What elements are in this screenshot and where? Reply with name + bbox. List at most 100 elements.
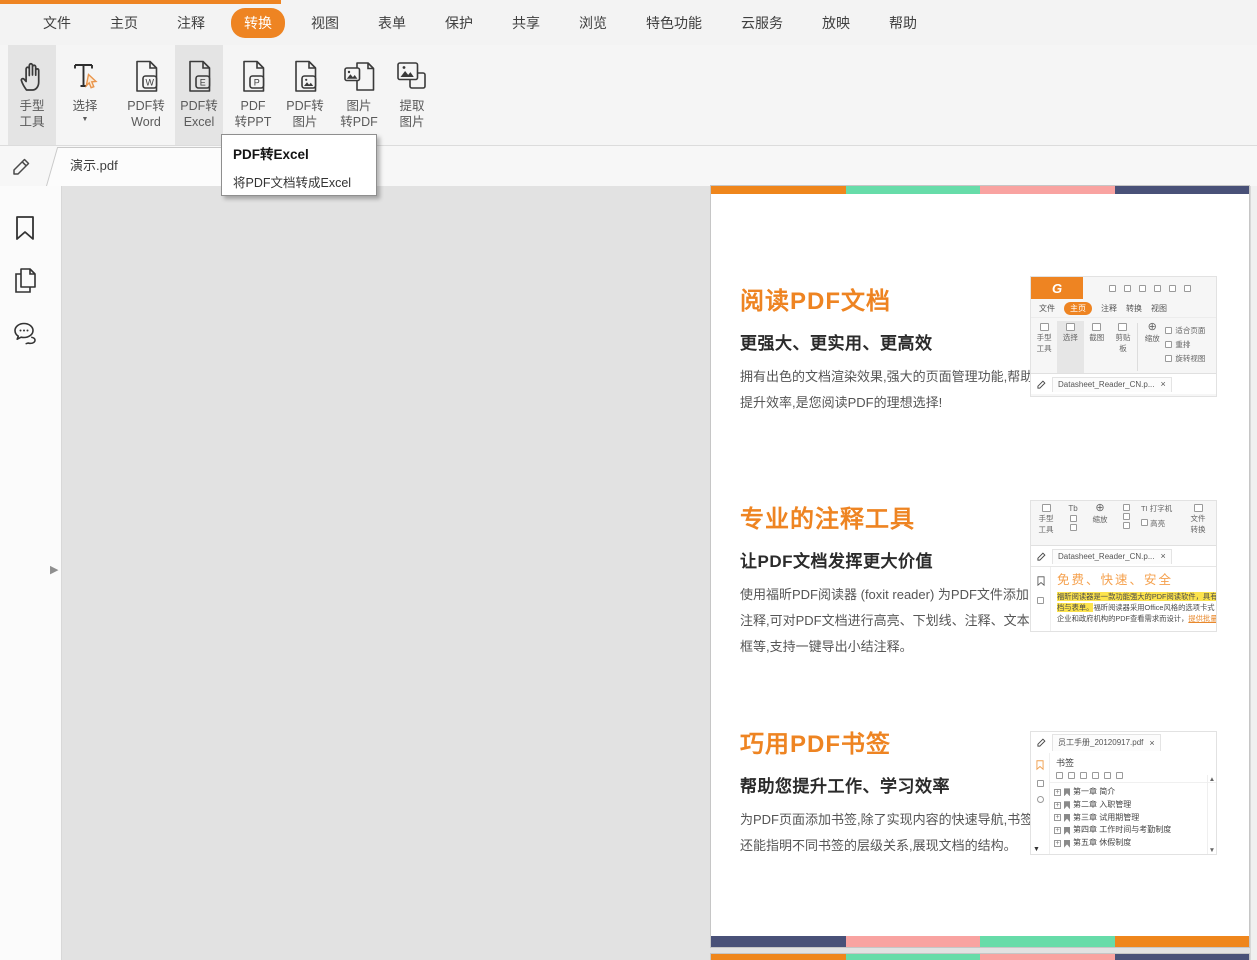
mini-left-rail xyxy=(1031,567,1051,632)
menu-tab-browse[interactable]: 浏览 xyxy=(579,13,607,33)
file-tab[interactable]: 演示.pdf xyxy=(46,147,222,186)
mini-hand-icon xyxy=(1042,504,1051,512)
mini-fit-icon xyxy=(1165,327,1172,334)
mini-quick-icons xyxy=(1083,285,1216,292)
extract-image-button[interactable]: 提取 图片 xyxy=(388,45,436,145)
mini-doc-heading: 免费、快速、安全 xyxy=(1057,569,1212,588)
select-tool-button[interactable]: 选择 ▼ xyxy=(61,45,109,145)
toolbar: 手型 工具 选择 ▼ W PDF转 Word E PDF转 Excel P PD… xyxy=(0,45,1257,146)
section-bookmarks: 巧用PDF书签 帮助您提升工作、学习效率 为PDF页面添加书签,除了实现内容的快… xyxy=(740,724,1034,859)
mini-option: 旋转视图 xyxy=(1165,353,1216,364)
section-body: 为PDF页面添加书签,除了实现内容的快速导航,书签还能指明不同书签的层级关系,展… xyxy=(740,807,1034,859)
pdf-to-word-button[interactable]: W PDF转 Word xyxy=(122,45,170,145)
tool-label: Word xyxy=(131,114,161,130)
menu-tab-features[interactable]: 特色功能 xyxy=(646,13,702,33)
mini-tb-icon: Tb xyxy=(1068,504,1077,513)
mini-open-icon xyxy=(1109,285,1116,292)
tool-label: PDF xyxy=(241,98,266,114)
menu-tab-share[interactable]: 共享 xyxy=(512,13,540,33)
pages-panel-icon[interactable] xyxy=(12,266,39,300)
mini-highlight: 高亮 xyxy=(1141,519,1165,528)
mini-bookmark-item: +第四章 工作时间与考勤制度 xyxy=(1054,824,1216,837)
pdf-to-image-button[interactable]: PDF转 图片 xyxy=(281,45,329,145)
tool-label: 转PDF xyxy=(340,114,378,130)
mini-hand-tool: 手型 工具 xyxy=(1031,321,1057,373)
svg-text:P: P xyxy=(253,77,259,87)
mini-label: 手型 xyxy=(1039,514,1054,523)
panel-expand-arrow[interactable]: ▶ xyxy=(50,563,58,576)
screenshot-annotation: 手型 工具 Tb ⊕ 缩放 TI 打字机 高亮 xyxy=(1030,500,1217,632)
mini-file-tab-label: Datasheet_Reader_CN.p... xyxy=(1058,552,1155,561)
mini-doc-icon xyxy=(1194,504,1203,512)
mini-zoom-tool: ⊕ 缩放 xyxy=(1139,321,1165,373)
section-body: 使用福昕PDF阅读器 (foxit reader) 为PDF文件添加注释,可对P… xyxy=(740,582,1034,660)
mini-save-icon xyxy=(1124,285,1131,292)
mini-collapse-icon xyxy=(1116,772,1123,779)
mini-label: 文件 xyxy=(1191,514,1206,523)
tool-label: PDF转 xyxy=(127,98,165,114)
mini-label: 工具 xyxy=(1039,525,1054,534)
edit-pencil-icon[interactable] xyxy=(10,155,33,183)
menu-tab-protect[interactable]: 保护 xyxy=(445,13,473,33)
mini-close-icon: × xyxy=(1161,552,1166,560)
menu-tab-home[interactable]: 主页 xyxy=(110,13,138,33)
mini-select-icon xyxy=(1066,323,1075,331)
image-to-pdf-button[interactable]: 图片 转PDF xyxy=(335,45,383,145)
mini-pencil-icon xyxy=(1036,551,1047,562)
mini-hand-tool: 手型 工具 xyxy=(1033,504,1059,545)
screenshot-bookmarks: 员工手册_20120917.pdf × ▼ 书签 xyxy=(1030,731,1217,855)
bookmarks-panel-icon[interactable] xyxy=(12,214,38,247)
mini-fit-icon xyxy=(1123,504,1130,511)
tool-label: 选择 xyxy=(72,98,97,114)
menu-bar: 文件 主页 注释 转换 视图 表单 保护 共享 浏览 特色功能 云服务 放映 帮… xyxy=(0,0,1257,45)
pdf-to-excel-button[interactable]: E PDF转 Excel xyxy=(175,45,223,145)
accent-bar xyxy=(0,0,281,4)
mini-titlebar: G xyxy=(1031,277,1216,299)
mini-label: 截图 xyxy=(1089,333,1104,342)
tooltip-title: PDF转Excel xyxy=(233,143,365,163)
mini-label: 缩放 xyxy=(1145,334,1160,343)
mini-panel-title: 书签 xyxy=(1050,753,1216,771)
menu-tab-comment[interactable]: 注释 xyxy=(177,13,205,33)
file-tab-label: 演示.pdf xyxy=(46,147,222,185)
hand-tool-button[interactable]: 手型 工具 xyxy=(8,45,56,145)
menu-tab-convert[interactable]: 转换 xyxy=(231,8,285,38)
foxit-logo: G xyxy=(1031,277,1083,299)
mini-pages-icon xyxy=(1037,597,1044,604)
vertical-scrollbar[interactable] xyxy=(1250,186,1257,960)
tool-label: 图片 xyxy=(346,98,371,114)
chevron-down-icon: ▼ xyxy=(82,116,89,123)
tooltip-description: 将PDF文档转成Excel xyxy=(233,172,365,191)
mini-bookmark-item: +第一章 简介 xyxy=(1054,786,1216,799)
comments-panel-icon[interactable] xyxy=(12,320,39,352)
mini-clipboard-icon xyxy=(1118,323,1127,331)
mini-pageview-stack xyxy=(1116,504,1136,545)
mini-pencil-icon xyxy=(1036,737,1047,748)
section-subtitle: 更强大、更实用、更高效 xyxy=(740,329,1034,354)
page-top-color-bar xyxy=(711,186,1249,194)
menu-tab-view[interactable]: 视图 xyxy=(311,13,339,33)
image-to-pdf-icon xyxy=(342,54,377,98)
mini-panel-toolbar xyxy=(1050,771,1216,783)
svg-text:W: W xyxy=(145,77,154,87)
menu-tab-form[interactable]: 表单 xyxy=(378,13,406,33)
section-subtitle: 帮助您提升工作、学习效率 xyxy=(740,772,1034,797)
section-title: 阅读PDF文档 xyxy=(740,281,1034,316)
menu-tab-file[interactable]: 文件 xyxy=(43,13,71,33)
mini-menu: 文件 主页 注释 转换 视图 xyxy=(1031,299,1216,317)
mini-expand-icon xyxy=(1104,772,1111,779)
pdf-to-image-icon xyxy=(289,54,322,98)
mini-scroll-down-icon: ▼ xyxy=(1208,847,1216,854)
mini-option: 重排 xyxy=(1165,339,1216,350)
mini-select-tool: 选择 xyxy=(1057,321,1083,373)
mini-file-tab-label: 员工手册_20120917.pdf xyxy=(1058,737,1143,748)
menu-tab-help[interactable]: 帮助 xyxy=(889,13,917,33)
mini-bookmark-icon-active xyxy=(1035,759,1045,771)
mini-snapshot-tool: 截图 xyxy=(1084,321,1110,373)
svg-text:E: E xyxy=(199,77,205,87)
mini-tab-bar: Datasheet_Reader_CN.p... × xyxy=(1031,545,1216,566)
menu-tab-cloud[interactable]: 云服务 xyxy=(741,13,783,33)
menu-tab-present[interactable]: 放映 xyxy=(822,13,850,33)
pdf-to-ppt-button[interactable]: P PDF 转PPT xyxy=(229,45,277,145)
mini-pencil-icon xyxy=(1036,379,1047,390)
